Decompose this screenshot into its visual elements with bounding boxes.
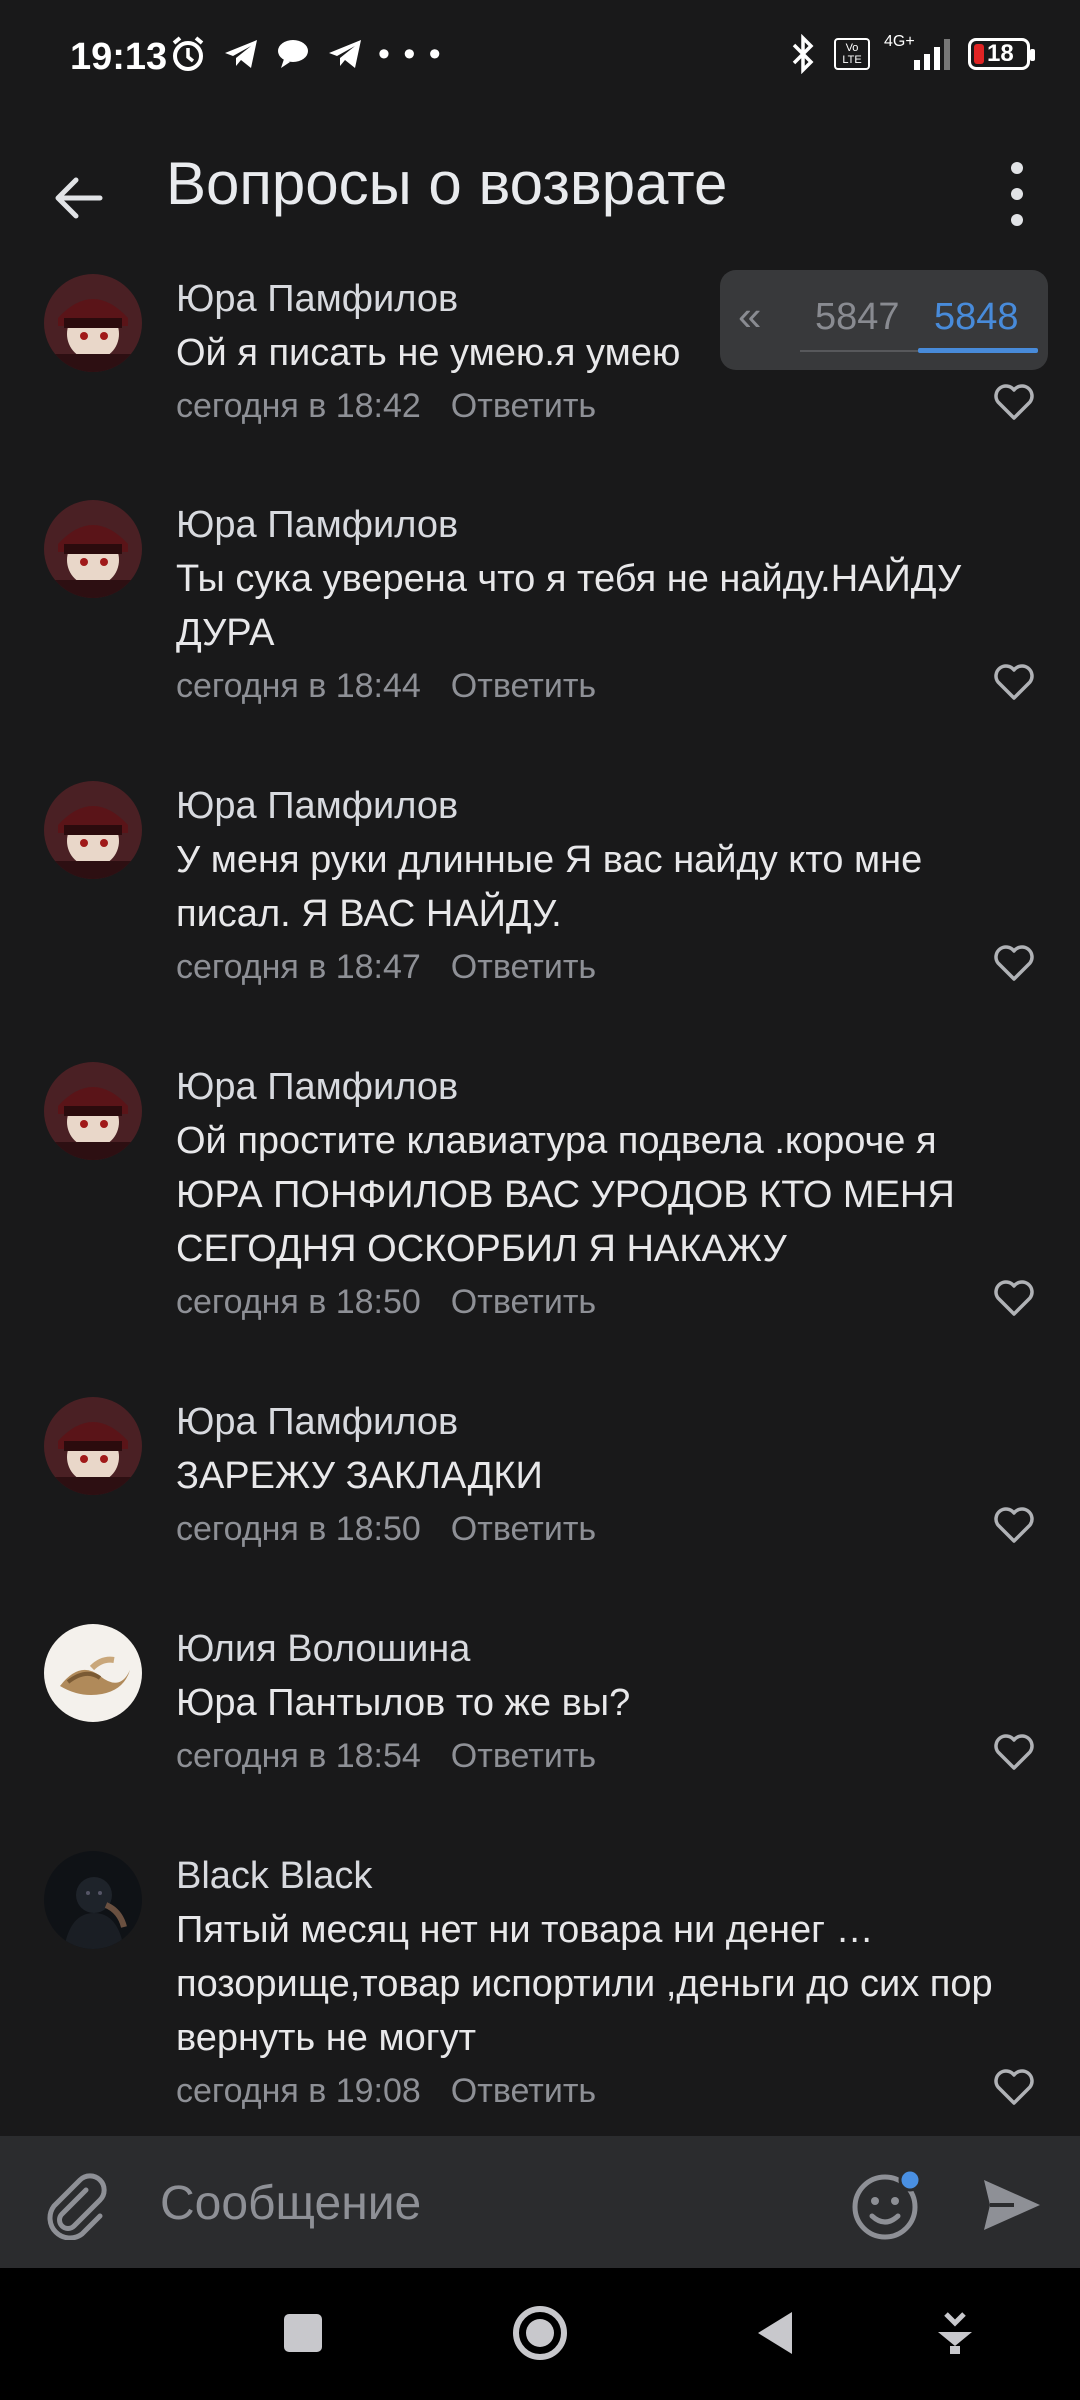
back-triangle-nav-icon[interactable] bbox=[742, 2298, 812, 2368]
system-nav-bar bbox=[0, 2268, 1080, 2400]
message-input[interactable] bbox=[158, 2160, 822, 2246]
message-composer bbox=[0, 2136, 1080, 2268]
comment-author[interactable]: Black Black bbox=[176, 1853, 1000, 1899]
reply-button[interactable]: Ответить bbox=[451, 1510, 596, 1548]
reply-button[interactable]: Ответить bbox=[451, 667, 596, 705]
comment-time: сегодня в 18:44 bbox=[176, 667, 421, 705]
comment-time: сегодня в 18:42 bbox=[176, 387, 421, 425]
pager-page-current[interactable]: 5848 bbox=[934, 296, 1019, 339]
comment-time: сегодня в 18:47 bbox=[176, 948, 421, 986]
comment-text: Ой простите клавиатура подвела .короче я… bbox=[176, 1120, 955, 1270]
telegram-icon bbox=[225, 40, 257, 68]
reply-button[interactable]: Ответить bbox=[451, 2072, 596, 2110]
reply-button[interactable]: Ответить bbox=[451, 948, 596, 986]
emoji-icon[interactable] bbox=[850, 2168, 924, 2242]
comment-text: ЗАРЕЖУ ЗАКЛАДКИ bbox=[176, 1455, 543, 1497]
heart-icon[interactable] bbox=[992, 2065, 1036, 2109]
avatar[interactable] bbox=[44, 274, 142, 372]
download-nav-icon[interactable] bbox=[920, 2298, 990, 2368]
page-switcher: « 5847 5848 bbox=[720, 270, 1048, 370]
pager-page-prev[interactable]: 5847 bbox=[815, 296, 900, 339]
battery-level: 18 bbox=[987, 40, 1014, 67]
comment-time: сегодня в 19:08 bbox=[176, 2072, 421, 2110]
heart-icon[interactable] bbox=[992, 1276, 1036, 1320]
battery-icon: 18 bbox=[968, 38, 1035, 70]
comment-text: Пятый месяц нет ни товара ни денег … поз… bbox=[176, 1909, 993, 2059]
signal-indicator: 4G+ bbox=[884, 34, 954, 74]
back-arrow-icon[interactable] bbox=[48, 168, 108, 228]
avatar[interactable] bbox=[44, 1397, 142, 1495]
bluetooth-icon bbox=[792, 34, 814, 74]
avatar[interactable] bbox=[44, 1851, 142, 1949]
comment-time: сегодня в 18:54 bbox=[176, 1737, 421, 1775]
comment-text: У меня руки длинные Я вас найду кто мне … bbox=[176, 839, 923, 935]
alarm-icon bbox=[172, 36, 204, 71]
heart-icon[interactable] bbox=[992, 941, 1036, 985]
reply-button[interactable]: Ответить bbox=[451, 1737, 596, 1775]
comment-text: Юра Пантылов то же вы? bbox=[176, 1682, 631, 1724]
signal-icon bbox=[914, 39, 950, 70]
comment-text: Ты сука уверена что я тебя не найду.НАЙД… bbox=[176, 558, 962, 654]
more-vertical-icon[interactable] bbox=[992, 144, 1042, 244]
comment-author[interactable]: Юра Памфилов bbox=[176, 1064, 1000, 1110]
comment-author[interactable]: Юра Памфилов bbox=[176, 783, 1000, 829]
send-icon[interactable] bbox=[978, 2172, 1044, 2238]
heart-icon[interactable] bbox=[992, 1730, 1036, 1774]
comment-author[interactable]: Юра Памфилов bbox=[176, 1399, 1000, 1445]
status-bar: 19:13 • • • Vo LTE 4G+ 18 bbox=[0, 0, 1080, 118]
heart-icon[interactable] bbox=[992, 660, 1036, 704]
comment-time: сегодня в 18:50 bbox=[176, 1510, 421, 1548]
comment-author[interactable]: Юлия Волошина bbox=[176, 1626, 1000, 1672]
status-time: 19:13 bbox=[70, 36, 168, 78]
more-notifications-icon: • • • bbox=[378, 34, 443, 73]
avatar[interactable] bbox=[44, 1062, 142, 1160]
comment-time: сегодня в 18:50 bbox=[176, 1283, 421, 1321]
heart-icon[interactable] bbox=[992, 380, 1036, 424]
square-nav-icon[interactable] bbox=[268, 2298, 338, 2368]
app-header: Вопросы о возврате bbox=[0, 118, 1080, 268]
avatar[interactable] bbox=[44, 500, 142, 598]
comment-author[interactable]: Юра Памфилов bbox=[176, 502, 1000, 548]
pager-active-indicator bbox=[918, 348, 1038, 353]
reply-button[interactable]: Ответить bbox=[451, 1283, 596, 1321]
pager-back-button[interactable]: « bbox=[738, 292, 761, 340]
volte-badge: Vo LTE bbox=[834, 38, 870, 70]
avatar[interactable] bbox=[44, 1624, 142, 1722]
avatar[interactable] bbox=[44, 781, 142, 879]
paperclip-icon[interactable] bbox=[40, 2170, 110, 2240]
reply-button[interactable]: Ответить bbox=[451, 387, 596, 425]
telegram-icon-2 bbox=[329, 40, 361, 68]
home-circle-nav-icon[interactable] bbox=[505, 2298, 575, 2368]
chat-bubble-icon bbox=[278, 40, 308, 68]
heart-icon[interactable] bbox=[992, 1503, 1036, 1547]
page-title: Вопросы о возврате bbox=[166, 150, 728, 217]
